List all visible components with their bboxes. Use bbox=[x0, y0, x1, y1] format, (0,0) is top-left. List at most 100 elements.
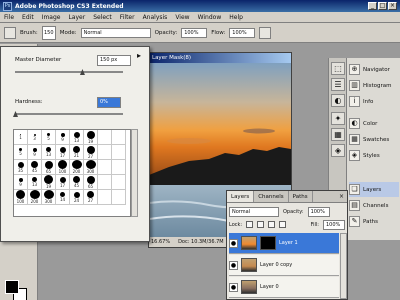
brush-preset-cell[interactable]: 5 bbox=[14, 145, 28, 160]
brush-tool-preset-icon[interactable] bbox=[4, 26, 16, 39]
panel-close-icon[interactable]: × bbox=[339, 191, 347, 202]
lock-transparent-icon[interactable] bbox=[246, 221, 254, 228]
dock-item-channels[interactable]: ▤ Channels bbox=[349, 198, 399, 213]
brush-preset-cell[interactable]: 65 bbox=[84, 175, 98, 190]
brush-preset-cell[interactable] bbox=[112, 190, 126, 205]
zoom-level[interactable]: 16.67% bbox=[151, 237, 170, 247]
tab-channels[interactable]: Channels bbox=[254, 191, 289, 202]
dock-item-swatches[interactable]: ▦ Swatches bbox=[349, 132, 399, 147]
brush-preset-cell[interactable]: 9 bbox=[14, 175, 28, 190]
blend-mode-select[interactable]: Normal bbox=[229, 206, 279, 217]
brush-preset-picker[interactable]: 150 bbox=[41, 25, 56, 40]
brush-preset-cell[interactable]: 200 bbox=[28, 190, 42, 205]
brush-preset-cell[interactable]: 17 bbox=[56, 145, 70, 160]
panel-icon-4[interactable]: ✦ bbox=[331, 112, 345, 125]
panel-icon-3[interactable]: ◐ bbox=[331, 94, 345, 107]
panel-icon-1[interactable]: ⬚ bbox=[331, 62, 345, 75]
master-diameter-field[interactable]: 150 px bbox=[97, 55, 131, 66]
menu-select[interactable]: Select bbox=[93, 14, 112, 21]
brush-preset-cell[interactable]: 3 bbox=[28, 130, 42, 145]
layer-row[interactable]: ● Layer 1 bbox=[229, 233, 339, 254]
lock-all-icon[interactable] bbox=[279, 221, 287, 228]
dock-item-histogram[interactable]: ▥ Histogram bbox=[349, 78, 399, 93]
panel-menu-icon[interactable]: ▸ bbox=[137, 51, 141, 60]
brush-preset-cell[interactable]: 27 bbox=[84, 145, 98, 160]
brush-presets-scrollbar[interactable] bbox=[131, 129, 138, 217]
minimize-button[interactable]: _ bbox=[368, 2, 377, 10]
lock-image-icon[interactable] bbox=[257, 221, 265, 228]
brush-preset-cell[interactable]: 14 bbox=[56, 190, 70, 205]
menu-filter[interactable]: Filter bbox=[120, 14, 135, 21]
close-button[interactable]: × bbox=[388, 2, 397, 10]
brush-preset-cell[interactable]: 17 bbox=[56, 175, 70, 190]
airbrush-icon[interactable] bbox=[259, 26, 272, 39]
menu-edit[interactable]: Edit bbox=[22, 14, 34, 21]
brush-preset-cell[interactable]: 1 bbox=[14, 130, 28, 145]
brush-preset-cell[interactable] bbox=[98, 190, 112, 205]
document-info[interactable]: Doc: 10.3M/36.7M bbox=[178, 237, 224, 247]
brush-preset-cell[interactable]: 24 bbox=[70, 190, 84, 205]
panel-icon-2[interactable]: ☰ bbox=[331, 78, 345, 91]
dock-item-paths[interactable]: ✎ Paths bbox=[349, 214, 399, 229]
brush-preset-cell[interactable]: 65 bbox=[42, 160, 56, 175]
brush-preset-cell[interactable]: 9 bbox=[56, 130, 70, 145]
brush-preset-cell[interactable]: 300 bbox=[84, 160, 98, 175]
brush-preset-cell[interactable]: 13 bbox=[42, 145, 56, 160]
hardness-slider[interactable] bbox=[15, 113, 123, 115]
foreground-color-swatch[interactable] bbox=[5, 280, 19, 294]
brush-preset-cell[interactable]: 9 bbox=[28, 145, 42, 160]
fill-field[interactable]: 100% bbox=[323, 219, 345, 230]
layer-opacity-field[interactable]: 100% bbox=[307, 206, 330, 217]
brush-preset-cell[interactable]: 200 bbox=[70, 160, 84, 175]
brush-preset-cell[interactable]: 19 bbox=[42, 175, 56, 190]
brush-preset-cell[interactable] bbox=[112, 175, 126, 190]
brush-preset-cell[interactable]: 13 bbox=[28, 175, 42, 190]
brush-preset-cell[interactable]: 100 bbox=[56, 160, 70, 175]
dock-item-color[interactable]: ◐ Color bbox=[349, 116, 399, 131]
layer-mask-thumbnail[interactable] bbox=[260, 236, 276, 250]
menu-file[interactable]: File bbox=[4, 14, 14, 21]
tab-layers[interactable]: Layers bbox=[227, 191, 255, 202]
dock-item-info[interactable]: i Info bbox=[349, 94, 399, 109]
flow-field[interactable]: 100% bbox=[229, 27, 256, 38]
master-diameter-slider[interactable] bbox=[15, 71, 123, 73]
panel-icon-6[interactable]: ◈ bbox=[331, 144, 345, 157]
opacity-field[interactable]: 100% bbox=[181, 27, 208, 38]
menu-analysis[interactable]: Analysis bbox=[143, 14, 168, 21]
tab-paths[interactable]: Paths bbox=[289, 191, 313, 202]
brush-preset-cell[interactable] bbox=[98, 160, 112, 175]
brush-preset-cell[interactable]: 5 bbox=[42, 130, 56, 145]
layers-scrollbar[interactable] bbox=[340, 233, 347, 299]
brush-preset-cell[interactable]: 100 bbox=[14, 190, 28, 205]
brush-preset-cell[interactable] bbox=[98, 130, 112, 145]
brush-preset-cell[interactable] bbox=[112, 160, 126, 175]
mode-select[interactable]: Normal bbox=[80, 27, 151, 38]
brush-preset-cell[interactable]: 27 bbox=[84, 190, 98, 205]
lock-position-icon[interactable] bbox=[268, 221, 276, 228]
dock-item-layers[interactable]: ❏ Layers bbox=[349, 182, 399, 197]
menu-layer[interactable]: Layer bbox=[68, 14, 85, 21]
brush-preset-cell[interactable]: 19 bbox=[84, 130, 98, 145]
hardness-field[interactable]: 0% bbox=[97, 97, 121, 108]
visibility-eye-icon[interactable]: ● bbox=[229, 260, 238, 270]
brush-preset-cell[interactable]: 21 bbox=[70, 145, 84, 160]
visibility-eye-icon[interactable]: ● bbox=[229, 282, 238, 292]
dock-item-navigator[interactable]: ⊕ Navigator bbox=[349, 62, 399, 77]
brush-preset-cell[interactable] bbox=[112, 130, 126, 145]
brush-preset-cell[interactable] bbox=[112, 145, 126, 160]
dock-item-styles[interactable]: ◈ Styles bbox=[349, 148, 399, 163]
menu-help[interactable]: Help bbox=[229, 14, 243, 21]
brush-preset-cell[interactable]: 45 bbox=[28, 160, 42, 175]
layer-row[interactable]: ● Layer 0 copy bbox=[229, 255, 339, 276]
brush-preset-cell[interactable]: 13 bbox=[70, 130, 84, 145]
layer-row[interactable]: ● Layer 0 bbox=[229, 277, 339, 298]
visibility-eye-icon[interactable]: ● bbox=[229, 238, 238, 248]
brush-preset-cell[interactable] bbox=[98, 145, 112, 160]
menu-window[interactable]: Window bbox=[198, 14, 222, 21]
maximize-button[interactable]: □ bbox=[378, 2, 387, 10]
brush-preset-cell[interactable]: 300 bbox=[42, 190, 56, 205]
menu-view[interactable]: View bbox=[175, 14, 189, 21]
brush-preset-cell[interactable]: 35 bbox=[14, 160, 28, 175]
brush-preset-cell[interactable] bbox=[98, 175, 112, 190]
panel-icon-5[interactable]: ▦ bbox=[331, 128, 345, 141]
